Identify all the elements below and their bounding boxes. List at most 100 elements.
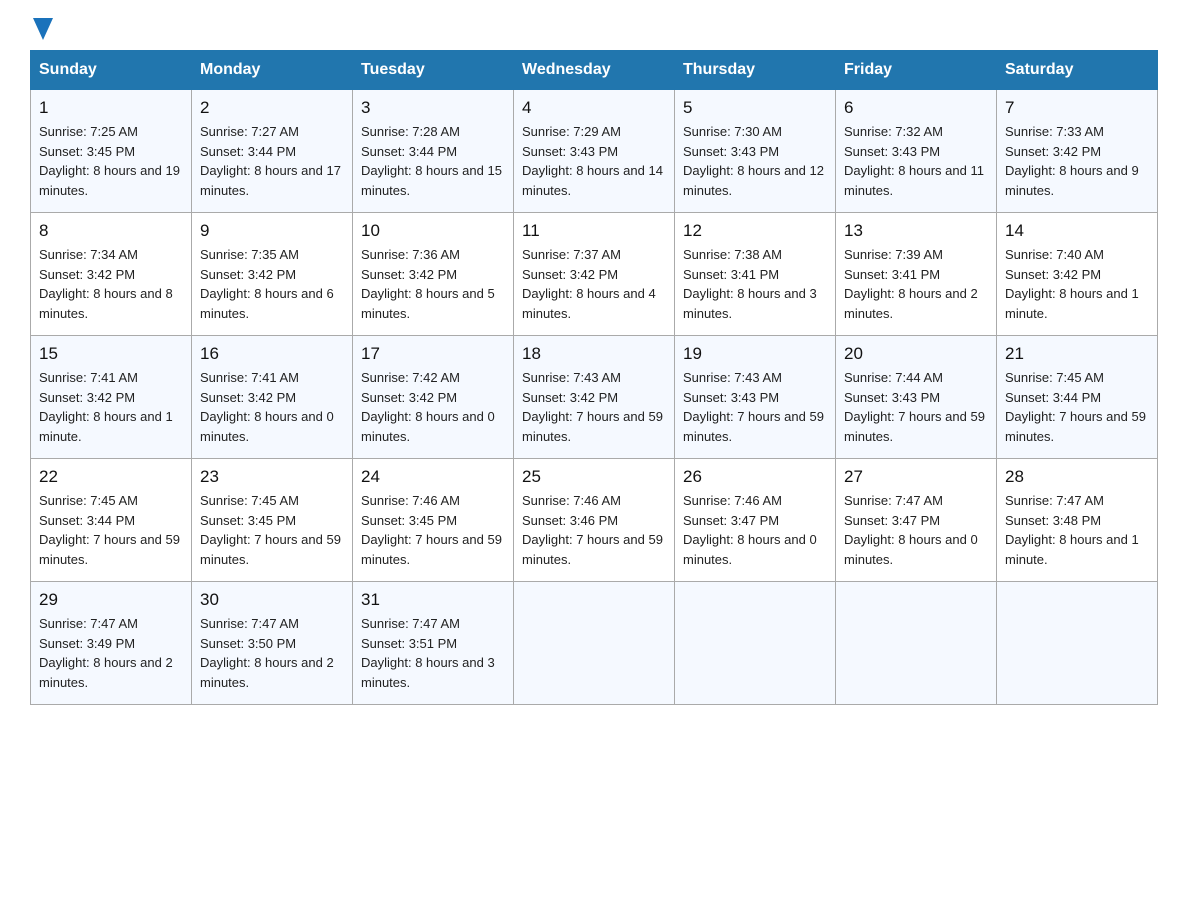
day-number: 20 bbox=[844, 344, 988, 364]
day-info: Sunrise: 7:43 AM Sunset: 3:42 PM Dayligh… bbox=[522, 368, 666, 446]
day-info: Sunrise: 7:47 AM Sunset: 3:50 PM Dayligh… bbox=[200, 614, 344, 692]
sunset-label: Sunset: 3:44 PM bbox=[361, 144, 457, 159]
day-info: Sunrise: 7:28 AM Sunset: 3:44 PM Dayligh… bbox=[361, 122, 505, 200]
daylight-label: Daylight: 8 hours and 5 minutes. bbox=[361, 286, 495, 321]
day-info: Sunrise: 7:30 AM Sunset: 3:43 PM Dayligh… bbox=[683, 122, 827, 200]
day-info: Sunrise: 7:27 AM Sunset: 3:44 PM Dayligh… bbox=[200, 122, 344, 200]
sunset-label: Sunset: 3:43 PM bbox=[844, 390, 940, 405]
day-info: Sunrise: 7:45 AM Sunset: 3:44 PM Dayligh… bbox=[1005, 368, 1149, 446]
sunrise-label: Sunrise: 7:43 AM bbox=[683, 370, 782, 385]
calendar-cell: 8 Sunrise: 7:34 AM Sunset: 3:42 PM Dayli… bbox=[31, 213, 192, 336]
day-info: Sunrise: 7:47 AM Sunset: 3:51 PM Dayligh… bbox=[361, 614, 505, 692]
day-info: Sunrise: 7:45 AM Sunset: 3:45 PM Dayligh… bbox=[200, 491, 344, 569]
calendar-cell: 1 Sunrise: 7:25 AM Sunset: 3:45 PM Dayli… bbox=[31, 90, 192, 213]
calendar-week-row: 8 Sunrise: 7:34 AM Sunset: 3:42 PM Dayli… bbox=[31, 213, 1158, 336]
daylight-label: Daylight: 8 hours and 11 minutes. bbox=[844, 163, 984, 198]
sunrise-label: Sunrise: 7:29 AM bbox=[522, 124, 621, 139]
sunrise-label: Sunrise: 7:37 AM bbox=[522, 247, 621, 262]
col-sunday: Sunday bbox=[31, 51, 192, 90]
daylight-label: Daylight: 7 hours and 59 minutes. bbox=[683, 409, 824, 444]
sunset-label: Sunset: 3:42 PM bbox=[522, 267, 618, 282]
sunrise-label: Sunrise: 7:39 AM bbox=[844, 247, 943, 262]
sunrise-label: Sunrise: 7:47 AM bbox=[361, 616, 460, 631]
col-tuesday: Tuesday bbox=[353, 51, 514, 90]
day-number: 31 bbox=[361, 590, 505, 610]
sunrise-label: Sunrise: 7:41 AM bbox=[39, 370, 138, 385]
day-number: 17 bbox=[361, 344, 505, 364]
daylight-label: Daylight: 8 hours and 14 minutes. bbox=[522, 163, 663, 198]
col-friday: Friday bbox=[836, 51, 997, 90]
daylight-label: Daylight: 8 hours and 0 minutes. bbox=[683, 532, 817, 567]
sunset-label: Sunset: 3:44 PM bbox=[39, 513, 135, 528]
sunrise-label: Sunrise: 7:34 AM bbox=[39, 247, 138, 262]
sunset-label: Sunset: 3:43 PM bbox=[683, 144, 779, 159]
calendar-cell: 25 Sunrise: 7:46 AM Sunset: 3:46 PM Dayl… bbox=[514, 459, 675, 582]
sunset-label: Sunset: 3:41 PM bbox=[683, 267, 779, 282]
calendar-cell: 10 Sunrise: 7:36 AM Sunset: 3:42 PM Dayl… bbox=[353, 213, 514, 336]
sunset-label: Sunset: 3:41 PM bbox=[844, 267, 940, 282]
day-number: 18 bbox=[522, 344, 666, 364]
daylight-label: Daylight: 8 hours and 3 minutes. bbox=[683, 286, 817, 321]
day-number: 14 bbox=[1005, 221, 1149, 241]
sunset-label: Sunset: 3:42 PM bbox=[522, 390, 618, 405]
day-info: Sunrise: 7:46 AM Sunset: 3:46 PM Dayligh… bbox=[522, 491, 666, 569]
day-info: Sunrise: 7:39 AM Sunset: 3:41 PM Dayligh… bbox=[844, 245, 988, 323]
calendar-cell: 13 Sunrise: 7:39 AM Sunset: 3:41 PM Dayl… bbox=[836, 213, 997, 336]
calendar-cell: 7 Sunrise: 7:33 AM Sunset: 3:42 PM Dayli… bbox=[997, 90, 1158, 213]
sunset-label: Sunset: 3:45 PM bbox=[39, 144, 135, 159]
col-thursday: Thursday bbox=[675, 51, 836, 90]
day-number: 24 bbox=[361, 467, 505, 487]
daylight-label: Daylight: 8 hours and 8 minutes. bbox=[39, 286, 173, 321]
calendar-cell: 30 Sunrise: 7:47 AM Sunset: 3:50 PM Dayl… bbox=[192, 582, 353, 705]
calendar-cell bbox=[836, 582, 997, 705]
day-number: 22 bbox=[39, 467, 183, 487]
calendar-table: Sunday Monday Tuesday Wednesday Thursday… bbox=[30, 50, 1158, 705]
sunrise-label: Sunrise: 7:47 AM bbox=[39, 616, 138, 631]
calendar-cell: 19 Sunrise: 7:43 AM Sunset: 3:43 PM Dayl… bbox=[675, 336, 836, 459]
day-number: 21 bbox=[1005, 344, 1149, 364]
sunrise-label: Sunrise: 7:45 AM bbox=[1005, 370, 1104, 385]
day-info: Sunrise: 7:36 AM Sunset: 3:42 PM Dayligh… bbox=[361, 245, 505, 323]
day-number: 1 bbox=[39, 98, 183, 118]
calendar-cell: 6 Sunrise: 7:32 AM Sunset: 3:43 PM Dayli… bbox=[836, 90, 997, 213]
calendar-cell: 14 Sunrise: 7:40 AM Sunset: 3:42 PM Dayl… bbox=[997, 213, 1158, 336]
daylight-label: Daylight: 8 hours and 17 minutes. bbox=[200, 163, 341, 198]
sunset-label: Sunset: 3:42 PM bbox=[1005, 267, 1101, 282]
daylight-label: Daylight: 8 hours and 0 minutes. bbox=[361, 409, 495, 444]
sunrise-label: Sunrise: 7:25 AM bbox=[39, 124, 138, 139]
sunrise-label: Sunrise: 7:38 AM bbox=[683, 247, 782, 262]
calendar-cell: 9 Sunrise: 7:35 AM Sunset: 3:42 PM Dayli… bbox=[192, 213, 353, 336]
calendar-cell: 11 Sunrise: 7:37 AM Sunset: 3:42 PM Dayl… bbox=[514, 213, 675, 336]
day-number: 2 bbox=[200, 98, 344, 118]
calendar-cell: 31 Sunrise: 7:47 AM Sunset: 3:51 PM Dayl… bbox=[353, 582, 514, 705]
day-info: Sunrise: 7:37 AM Sunset: 3:42 PM Dayligh… bbox=[522, 245, 666, 323]
sunrise-label: Sunrise: 7:30 AM bbox=[683, 124, 782, 139]
daylight-label: Daylight: 7 hours and 59 minutes. bbox=[200, 532, 341, 567]
sunset-label: Sunset: 3:46 PM bbox=[522, 513, 618, 528]
day-info: Sunrise: 7:41 AM Sunset: 3:42 PM Dayligh… bbox=[200, 368, 344, 446]
day-info: Sunrise: 7:42 AM Sunset: 3:42 PM Dayligh… bbox=[361, 368, 505, 446]
day-number: 5 bbox=[683, 98, 827, 118]
sunrise-label: Sunrise: 7:40 AM bbox=[1005, 247, 1104, 262]
sunrise-label: Sunrise: 7:47 AM bbox=[844, 493, 943, 508]
sunset-label: Sunset: 3:42 PM bbox=[361, 267, 457, 282]
sunset-label: Sunset: 3:42 PM bbox=[200, 267, 296, 282]
calendar-cell: 26 Sunrise: 7:46 AM Sunset: 3:47 PM Dayl… bbox=[675, 459, 836, 582]
daylight-label: Daylight: 8 hours and 2 minutes. bbox=[844, 286, 978, 321]
sunrise-label: Sunrise: 7:46 AM bbox=[683, 493, 782, 508]
day-number: 6 bbox=[844, 98, 988, 118]
daylight-label: Daylight: 8 hours and 12 minutes. bbox=[683, 163, 824, 198]
day-info: Sunrise: 7:45 AM Sunset: 3:44 PM Dayligh… bbox=[39, 491, 183, 569]
day-number: 8 bbox=[39, 221, 183, 241]
sunset-label: Sunset: 3:44 PM bbox=[1005, 390, 1101, 405]
header-row: Sunday Monday Tuesday Wednesday Thursday… bbox=[31, 51, 1158, 90]
daylight-label: Daylight: 7 hours and 59 minutes. bbox=[1005, 409, 1146, 444]
daylight-label: Daylight: 8 hours and 1 minute. bbox=[1005, 532, 1139, 567]
daylight-label: Daylight: 7 hours and 59 minutes. bbox=[844, 409, 985, 444]
sunrise-label: Sunrise: 7:46 AM bbox=[522, 493, 621, 508]
calendar-cell: 22 Sunrise: 7:45 AM Sunset: 3:44 PM Dayl… bbox=[31, 459, 192, 582]
sunset-label: Sunset: 3:49 PM bbox=[39, 636, 135, 651]
sunset-label: Sunset: 3:48 PM bbox=[1005, 513, 1101, 528]
daylight-label: Daylight: 7 hours and 59 minutes. bbox=[361, 532, 502, 567]
day-number: 25 bbox=[522, 467, 666, 487]
